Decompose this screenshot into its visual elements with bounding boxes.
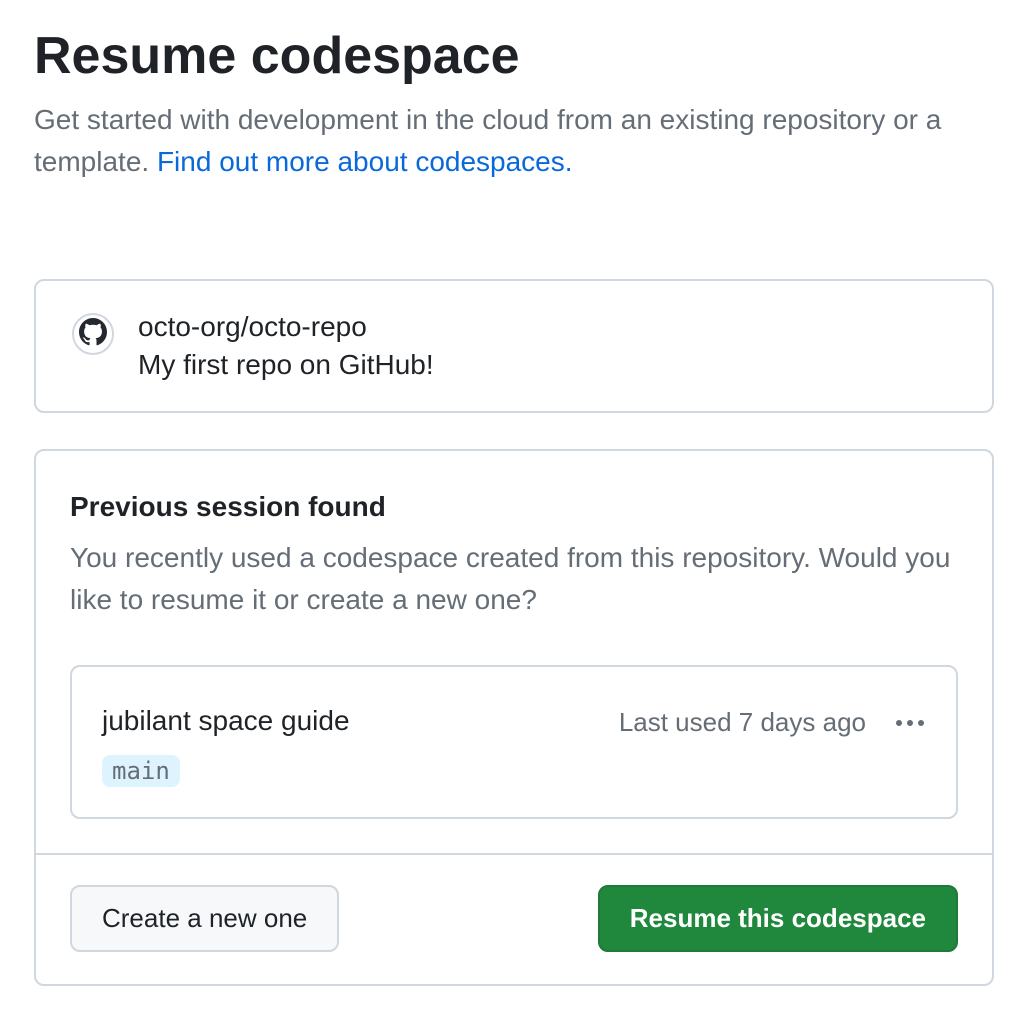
codespace-item[interactable]: jubilant space guide main Last used 7 da… [70,665,958,819]
branch-chip: main [102,755,180,787]
octocat-icon [79,318,107,351]
codespace-meta: Last used 7 days ago [619,707,926,738]
session-footer: Create a new one Resume this codespace [36,853,992,984]
repository-info: octo-org/octo-repo My first repo on GitH… [138,311,434,381]
repository-card: octo-org/octo-repo My first repo on GitH… [34,279,994,413]
resume-codespace-button[interactable]: Resume this codespace [598,885,958,952]
kebab-icon [896,720,924,726]
create-new-button[interactable]: Create a new one [70,885,339,952]
page-title: Resume codespace [34,24,994,89]
repository-full-name: octo-org/octo-repo [138,311,434,343]
page-subtitle: Get started with development in the clou… [34,99,994,183]
session-body: Previous session found You recently used… [36,451,992,853]
org-avatar [72,313,114,355]
session-heading: Previous session found [70,491,958,523]
codespace-name: jubilant space guide [102,705,350,737]
learn-more-link[interactable]: Find out more about codespaces. [157,146,573,177]
repository-description: My first repo on GitHub! [138,349,434,381]
previous-session-card: Previous session found You recently used… [34,449,994,986]
codespace-details: jubilant space guide main [102,705,350,787]
codespace-menu-button[interactable] [894,714,926,732]
last-used-label: Last used 7 days ago [619,707,866,738]
session-description: You recently used a codespace created fr… [70,537,958,621]
